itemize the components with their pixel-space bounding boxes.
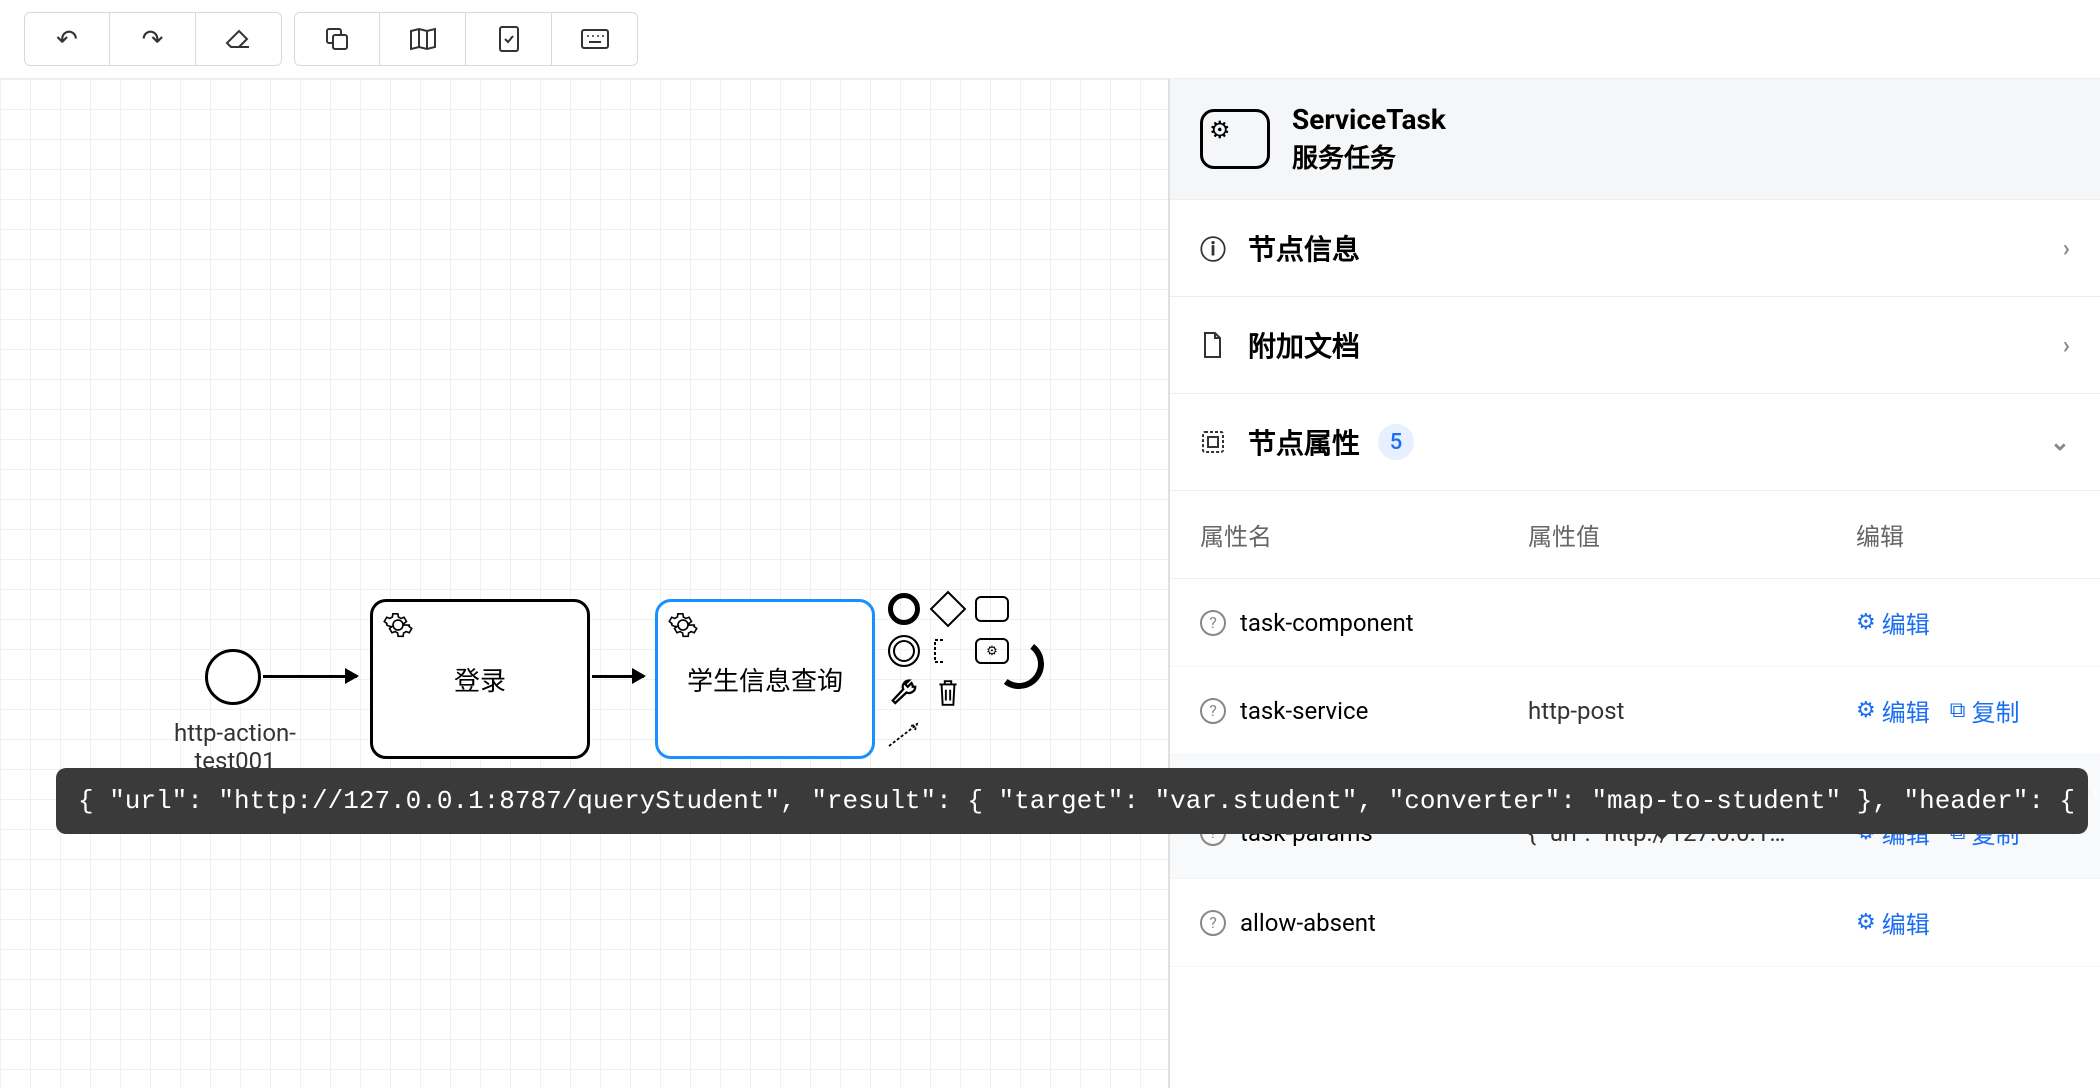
copy-icon: ⧉ [1950,698,1966,723]
service-task-icon: ⚙ [1200,109,1270,169]
task-query-label: 学生信息查询 [687,661,843,698]
start-event-node[interactable] [205,649,261,705]
palette-task[interactable] [974,591,1010,627]
prop-name: task-service [1240,697,1368,725]
help-icon[interactable]: ? [1200,910,1226,936]
table-row: ? task-service http-post ⚙编辑 ⧉复制 [1170,667,2100,755]
section-node-info-label: 节点信息 [1248,228,1360,268]
bpmn-canvas[interactable]: http-action-test001 登录 学生信息查询 [0,79,1170,1088]
section-node-props-label: 节点属性 [1248,422,1360,462]
panel-header: ⚙ ServiceTask 服务任务 [1170,79,2100,199]
toolbar: ↶ ↷ [0,0,2100,78]
palette-gateway[interactable] [930,591,966,627]
palette-connect-icon[interactable] [886,717,922,753]
check-file-icon [497,25,521,53]
gear-icon [668,610,698,640]
prop-value: http-post [1528,697,1848,725]
redo-button[interactable]: ↷ [110,12,196,66]
chevron-right-icon: › [2063,331,2070,359]
props-table-header: 属性名 属性值 编辑 [1170,491,2100,579]
help-icon[interactable]: ? [1200,698,1226,724]
copy-button[interactable]: ⧉复制 [1950,693,2020,728]
start-event-label: http-action-test001 [145,719,325,775]
map-icon [409,27,437,51]
task-query-node[interactable]: 学生信息查询 [655,599,875,759]
col-name-header: 属性名 [1200,517,1520,552]
props-count-badge: 5 [1378,424,1414,460]
redo-icon: ↷ [142,24,164,55]
prop-name: allow-absent [1240,909,1376,937]
tooltip-arrow [1648,826,1676,840]
props-icon [1200,429,1230,455]
undo-icon: ↶ [56,24,78,55]
section-attach-doc-label: 附加文档 [1248,325,1360,365]
toolbar-group-history: ↶ ↷ [24,12,282,66]
main-area: http-action-test001 登录 学生信息查询 [0,78,2100,1088]
copy-button[interactable] [294,12,380,66]
properties-panel: ⚙ ServiceTask 服务任务 ⓘ 节点信息 › 附加文档 › 节点属性 [1170,79,2100,1088]
info-icon: ⓘ [1200,230,1230,267]
table-row: ? task-component ⚙编辑 [1170,579,2100,667]
table-row: ? allow-absent ⚙编辑 [1170,879,2100,967]
edit-button[interactable]: ⚙编辑 [1856,693,1930,728]
context-palette: ⚙ [886,591,1010,753]
gear-icon: ⚙ [1856,910,1876,935]
gear-icon: ⚙ [1856,610,1876,635]
chevron-down-icon: ⌄ [2050,428,2070,456]
gear-icon [383,610,413,640]
document-icon [1200,331,1230,359]
section-node-props[interactable]: 节点属性 5 ⌄ [1170,393,2100,490]
sequence-flow-1[interactable] [263,675,357,678]
toolbar-group-tools [294,12,638,66]
task-login-label: 登录 [454,661,506,698]
copy-icon [324,26,350,52]
palette-trash-icon[interactable] [930,675,966,711]
palette-intermediate-event[interactable] [886,633,922,669]
props-table: 属性名 属性值 编辑 ?task-component ⚙编辑 ?task-ser… [1170,490,2100,967]
section-node-info[interactable]: ⓘ 节点信息 › [1170,199,2100,296]
edit-button[interactable]: ⚙编辑 [1856,905,1930,940]
panel-title: ServiceTask [1292,103,1446,136]
edit-button[interactable]: ⚙编辑 [1856,605,1930,640]
prop-name: task-component [1240,609,1414,637]
map-button[interactable] [380,12,466,66]
sequence-flow-2[interactable] [592,675,644,678]
validate-button[interactable] [466,12,552,66]
task-login-node[interactable]: 登录 [370,599,590,759]
chevron-right-icon: › [2063,234,2070,262]
palette-wrench-icon[interactable] [886,675,922,711]
keyboard-button[interactable] [552,12,638,66]
erase-button[interactable] [196,12,282,66]
value-tooltip: { "url": "http://127.0.0.1:8787/queryStu… [56,768,2088,834]
col-edit-header: 编辑 [1856,517,2070,552]
col-value-header: 属性值 [1528,517,1848,552]
section-attach-doc[interactable]: 附加文档 › [1170,296,2100,393]
palette-annotation[interactable] [930,633,966,669]
palette-end-event[interactable] [886,591,922,627]
eraser-icon [225,27,253,51]
keyboard-icon [580,28,610,50]
help-icon[interactable]: ? [1200,610,1226,636]
panel-subtitle: 服务任务 [1292,138,1446,175]
gear-icon: ⚙ [1856,698,1876,723]
undo-button[interactable]: ↶ [24,12,110,66]
